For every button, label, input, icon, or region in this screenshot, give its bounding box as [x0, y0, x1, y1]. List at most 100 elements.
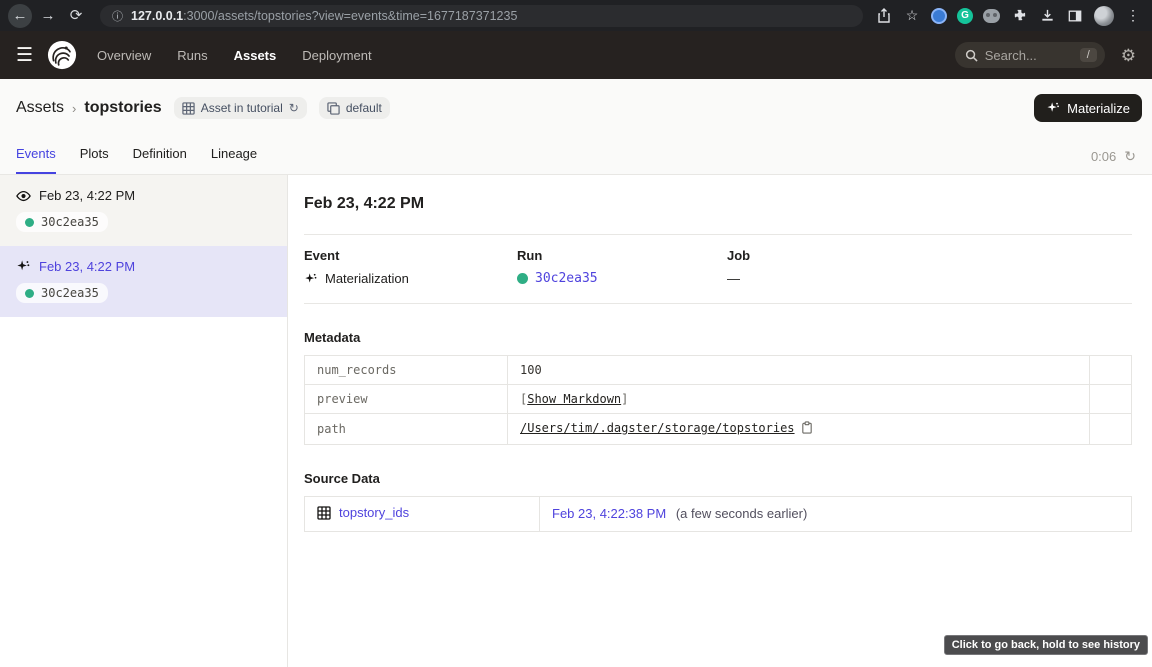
browser-refresh-button[interactable]: ⟳	[64, 4, 88, 28]
extension-blue-icon[interactable]	[931, 8, 947, 24]
metadata-spacer-cell	[1090, 414, 1132, 445]
metadata-key: num_records	[305, 356, 508, 385]
metadata-heading: Metadata	[304, 330, 1132, 345]
event-column-label: Event	[304, 248, 517, 263]
table-row: topstory_ids Feb 23, 4:22:38 PM (a few s…	[305, 497, 1132, 532]
path-link[interactable]: /Users/tim/.dagster/storage/topstories	[520, 421, 795, 435]
metadata-value: [Show Markdown]	[508, 385, 1090, 414]
nav-item-overview[interactable]: Overview	[97, 48, 151, 63]
address-bar[interactable]: ⓘ 127.0.0.1:3000/assets/topstories?view=…	[100, 5, 863, 27]
search-placeholder: Search...	[985, 48, 1073, 63]
refresh-countdown: 0:06	[1091, 149, 1116, 164]
breadcrumb: Assets › topstories	[16, 99, 162, 117]
settings-gear-icon[interactable]: ⚙	[1121, 47, 1136, 64]
bracket: ]	[621, 392, 628, 406]
run-status-dot	[517, 273, 528, 284]
table-row: preview [Show Markdown]	[305, 385, 1132, 414]
event-detail-title: Feb 23, 4:22 PM	[304, 195, 1132, 213]
reload-definitions-icon[interactable]: ↻	[289, 101, 299, 115]
search-icon	[965, 49, 978, 62]
run-id-link[interactable]: 30c2ea35	[535, 271, 598, 286]
event-list-item-materialization[interactable]: Feb 23, 4:22 PM 30c2ea35	[0, 246, 287, 317]
event-time: Feb 23, 4:22 PM	[39, 188, 135, 203]
metadata-spacer-cell	[1090, 356, 1132, 385]
source-asset-link[interactable]: topstory_ids	[317, 505, 409, 520]
grammarly-extension-icon[interactable]: G	[957, 8, 973, 24]
repo-badge[interactable]: default	[319, 97, 390, 119]
nav-item-assets[interactable]: Assets	[234, 48, 277, 63]
dagster-logo[interactable]	[47, 40, 77, 70]
event-type-value: Materialization	[325, 271, 409, 286]
job-column-label: Job	[727, 248, 1132, 263]
hamburger-menu-icon[interactable]: ☰	[16, 46, 33, 65]
run-id-pill[interactable]: 30c2ea35	[16, 212, 108, 232]
divider	[304, 303, 1132, 304]
breadcrumb-current-asset: topstories	[84, 99, 161, 117]
source-data-table: topstory_ids Feb 23, 4:22:38 PM (a few s…	[304, 496, 1132, 532]
run-status-dot	[25, 289, 34, 298]
share-icon[interactable]	[875, 7, 893, 25]
run-status-dot	[25, 218, 34, 227]
refresh-icon[interactable]: ↻	[1124, 148, 1136, 165]
asset-tabs: Events Plots Definition Lineage	[16, 146, 257, 174]
materialize-button-label: Materialize	[1067, 101, 1130, 116]
copies-icon	[327, 102, 340, 115]
back-button-history-tooltip: Click to go back, hold to see history	[944, 635, 1148, 655]
source-time-cell: Feb 23, 4:22:38 PM (a few seconds earlie…	[540, 497, 1132, 532]
sparkle-icon	[1046, 101, 1060, 115]
search-shortcut-badge: /	[1080, 48, 1097, 62]
metadata-table: num_records 100 preview [Show Markdown] …	[304, 355, 1132, 445]
copy-to-clipboard-icon[interactable]	[801, 423, 813, 437]
asset-group-badge-label: Asset in tutorial	[201, 101, 283, 115]
bookmark-star-icon[interactable]: ☆	[903, 7, 921, 25]
metadata-key: preview	[305, 385, 508, 414]
refresh-timer: 0:06 ↻	[1091, 148, 1136, 174]
url-text[interactable]: 127.0.0.1:3000/assets/topstories?view=ev…	[131, 9, 517, 23]
side-panel-icon[interactable]	[1066, 7, 1084, 25]
site-info-icon[interactable]: ⓘ	[112, 8, 123, 24]
nav-item-runs[interactable]: Runs	[177, 48, 207, 63]
metadata-value: /Users/tim/.dagster/storage/topstories	[508, 414, 1090, 445]
table-icon	[182, 102, 195, 115]
source-time-link[interactable]: Feb 23, 4:22:38 PM	[552, 506, 666, 521]
download-icon[interactable]	[1038, 7, 1056, 25]
event-list-sidebar: Feb 23, 4:22 PM 30c2ea35 Feb 23, 4:22 PM…	[0, 175, 288, 667]
metadata-key: path	[305, 414, 508, 445]
browser-menu-icon[interactable]: ⋮	[1124, 7, 1142, 25]
eye-icon	[16, 190, 31, 202]
tab-events[interactable]: Events	[16, 146, 56, 174]
materialize-button[interactable]: Materialize	[1034, 94, 1142, 122]
url-host: 127.0.0.1	[131, 9, 183, 23]
source-asset-name: topstory_ids	[339, 505, 409, 520]
browser-back-button[interactable]: ←	[8, 4, 32, 28]
event-list-item-observation[interactable]: Feb 23, 4:22 PM 30c2ea35	[0, 175, 287, 246]
search-input[interactable]: Search... /	[955, 42, 1105, 68]
metadata-spacer-cell	[1090, 385, 1132, 414]
nav-item-deployment[interactable]: Deployment	[302, 48, 371, 63]
table-row: path /Users/tim/.dagster/storage/topstor…	[305, 414, 1132, 445]
browser-toolbar: ← → ⟳ ⓘ 127.0.0.1:3000/assets/topstories…	[0, 0, 1152, 31]
source-data-heading: Source Data	[304, 471, 1132, 486]
run-id: 30c2ea35	[41, 286, 99, 300]
tab-definition[interactable]: Definition	[133, 146, 187, 174]
tab-plots[interactable]: Plots	[80, 146, 109, 174]
tab-lineage[interactable]: Lineage	[211, 146, 257, 174]
extensions-puzzle-icon[interactable]	[1010, 7, 1028, 25]
run-column-label: Run	[517, 248, 727, 263]
table-icon	[317, 506, 331, 520]
show-markdown-link[interactable]: Show Markdown	[527, 392, 621, 406]
breadcrumb-assets-link[interactable]: Assets	[16, 99, 64, 117]
browser-forward-button[interactable]: →	[36, 4, 60, 28]
event-time: Feb 23, 4:22 PM	[39, 259, 135, 274]
repo-badge-label: default	[346, 101, 382, 115]
extension-gray-icon[interactable]	[983, 9, 1000, 23]
app-top-nav: ☰ Overview Runs Assets Deployment Search…	[0, 31, 1152, 79]
sparkle-icon	[304, 272, 318, 286]
source-asset-cell: topstory_ids	[305, 497, 540, 532]
breadcrumb-separator: ›	[72, 101, 76, 116]
asset-group-badge[interactable]: Asset in tutorial ↻	[174, 97, 307, 119]
event-detail-panel: Feb 23, 4:22 PM Event Materialization Ru…	[288, 175, 1152, 667]
run-id-pill[interactable]: 30c2ea35	[16, 283, 108, 303]
url-rest: :3000/assets/topstories?view=events&time…	[183, 9, 517, 23]
browser-profile-avatar[interactable]	[1094, 6, 1114, 26]
